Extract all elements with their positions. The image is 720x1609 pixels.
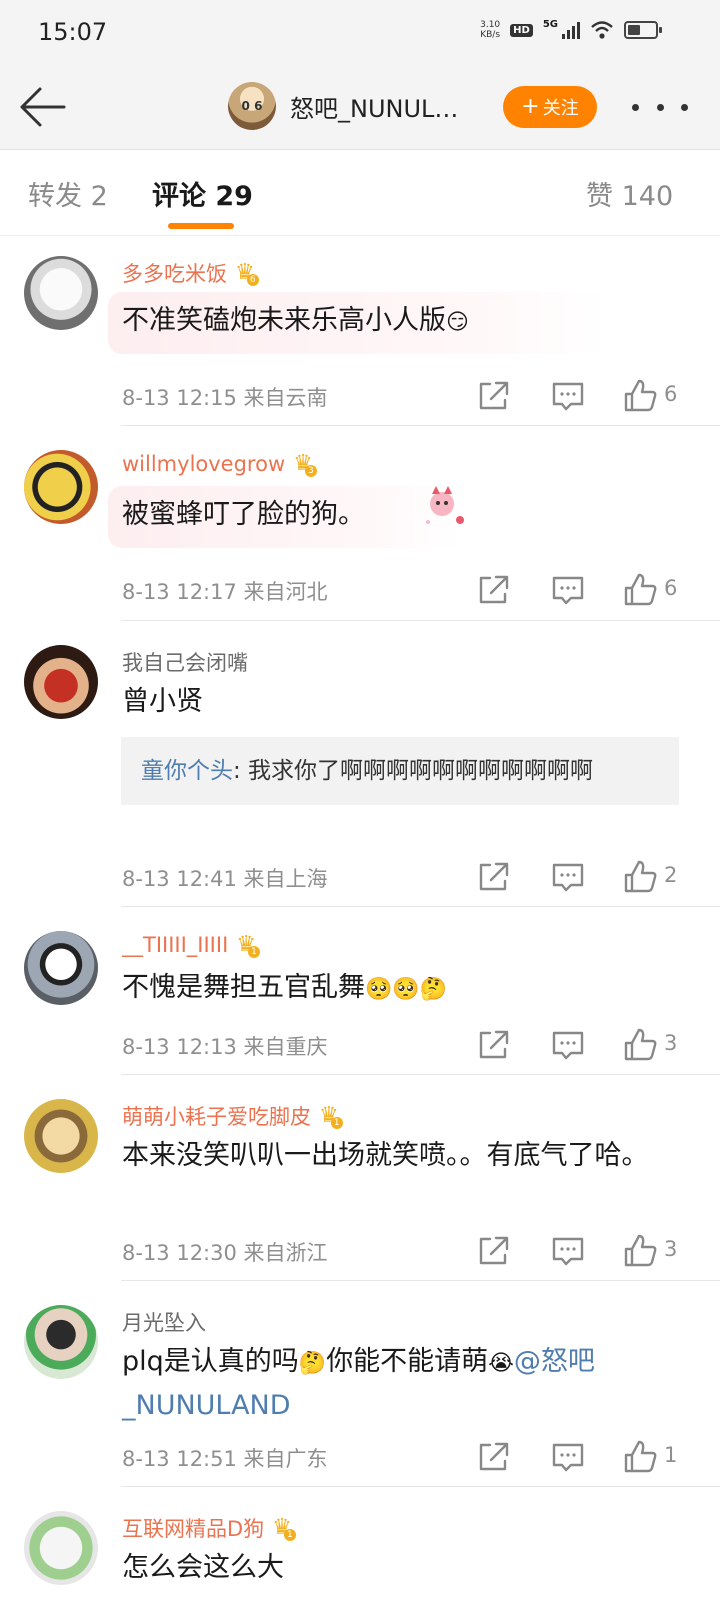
comment-text: 不准笑磕炮未来乐高小人版😏 xyxy=(122,305,469,336)
comment-actions: 2 xyxy=(468,857,680,897)
comment-actions: 3 xyxy=(468,1025,680,1065)
avatar[interactable] xyxy=(24,1305,98,1379)
comment-meta: 8-13 12:30 来自浙江 xyxy=(122,1241,328,1265)
comment-username[interactable]: __TIIIII_IIIII ♛ 1 xyxy=(122,933,260,958)
comment-username[interactable]: willmylovegrow ♛ 3 xyxy=(122,452,317,477)
vip-crown-icon: ♛ 1 xyxy=(236,934,260,958)
comment-text: 怎么会这么大 xyxy=(122,1552,284,1583)
share-icon[interactable] xyxy=(474,570,514,610)
comment-item: 月光坠入 plq是认真的吗🤔你能不能请萌😭@怒吧_NUNULAND 8-13 1… xyxy=(0,1281,720,1487)
comment-meta: 8-13 12:41 来自上海 xyxy=(122,867,328,891)
comment-actions: 1 xyxy=(468,1437,680,1477)
comment-username[interactable]: 月光坠入 xyxy=(122,1307,206,1337)
reply-preview[interactable]: 童你个头: 我求你了啊啊啊啊啊啊啊啊啊啊啊 xyxy=(121,737,679,805)
more-dots-icon[interactable] xyxy=(632,104,688,114)
reply-username[interactable]: 童你个头 xyxy=(141,758,233,784)
hd-icon: HD xyxy=(510,23,533,37)
thumbs-up-icon[interactable] xyxy=(620,1437,660,1477)
nav-title[interactable]: 怒吧_NUNUL… xyxy=(290,89,458,124)
like-count: 3 xyxy=(664,1031,678,1055)
reply-text: : 我求你了啊啊啊啊啊啊啊啊啊啊啊 xyxy=(233,758,594,784)
comment-meta: 8-13 12:51 来自广东 xyxy=(122,1447,328,1471)
comment-item: 我自己会闭嘴 曾小贤 童你个头: 我求你了啊啊啊啊啊啊啊啊啊啊啊 8-13 12… xyxy=(0,621,720,907)
wifi-icon xyxy=(591,21,613,39)
comment-username[interactable]: 多多吃米饭 ♛ 6 xyxy=(122,258,259,288)
share-icon[interactable] xyxy=(474,376,514,416)
follow-button[interactable]: + 关注 xyxy=(503,86,597,128)
comment-actions: 3 xyxy=(468,1231,680,1271)
tab-likes[interactable]: 赞 140 xyxy=(586,174,673,213)
comment-item: 萌萌小耗子爱吃脚皮 ♛ 1 本来没笑叭叭一出场就笑喷。。有底气了哈。 8-13 1… xyxy=(0,1075,720,1281)
vip-crown-icon: ♛ 1 xyxy=(319,1105,343,1129)
back-arrow-icon[interactable] xyxy=(18,84,70,130)
share-icon[interactable] xyxy=(474,1437,514,1477)
battery-icon xyxy=(624,21,662,39)
vip-crown-icon: ♛ 6 xyxy=(235,262,259,286)
comment-icon[interactable] xyxy=(548,570,588,610)
network-type: 5G xyxy=(542,18,558,30)
tab-repost[interactable]: 转发 2 xyxy=(28,174,108,213)
avatar[interactable] xyxy=(24,645,98,719)
avatar[interactable] xyxy=(24,450,98,524)
comment-item: 互联网精品D狗 ♛ 1 怎么会这么大 xyxy=(0,1487,720,1609)
thumbs-up-icon[interactable] xyxy=(620,1025,660,1065)
avatar[interactable] xyxy=(24,1099,98,1173)
avatar[interactable] xyxy=(24,1511,98,1585)
comment-username[interactable]: 我自己会闭嘴 xyxy=(122,647,248,677)
network-speed: 3.10 KB/s xyxy=(480,20,501,40)
share-icon[interactable] xyxy=(474,1231,514,1271)
comment-icon[interactable] xyxy=(548,1025,588,1065)
like-count: 3 xyxy=(664,1237,678,1261)
like-count: 6 xyxy=(664,382,678,406)
like-count: 6 xyxy=(664,576,678,600)
comment-icon[interactable] xyxy=(548,1437,588,1477)
comment-icon[interactable] xyxy=(548,376,588,416)
thumbs-up-icon[interactable] xyxy=(620,570,660,610)
share-icon[interactable] xyxy=(474,1025,514,1065)
tab-comments[interactable]: 评论 29 xyxy=(152,174,253,213)
status-icons: 3.10 KB/s HD 5G xyxy=(480,18,662,40)
nav-user-info[interactable]: 0 6 怒吧_NUNUL… xyxy=(228,82,458,130)
avatar[interactable] xyxy=(24,256,98,330)
thumbs-up-icon[interactable] xyxy=(620,376,660,416)
comment-text: 曾小贤 xyxy=(122,686,203,717)
comment-icon[interactable] xyxy=(548,1231,588,1271)
active-tab-indicator xyxy=(168,223,234,229)
comment-text: 本来没笑叭叭一出场就笑喷。。有底气了哈。 xyxy=(122,1140,649,1171)
comment-actions: 6 xyxy=(468,570,680,610)
comment-meta: 8-13 12:15 来自云南 xyxy=(122,386,328,410)
comment-item: 多多吃米饭 ♛ 6 不准笑磕炮未来乐高小人版😏 8-13 12:15 来自云南 6 xyxy=(0,236,720,426)
comment-meta: 8-13 12:13 来自重庆 xyxy=(122,1035,328,1059)
comment-actions: 6 xyxy=(468,376,680,416)
vip-crown-icon: ♛ 1 xyxy=(272,1517,296,1541)
nav-avatar[interactable]: 0 6 xyxy=(228,82,276,130)
signal-icon xyxy=(562,21,580,39)
comment-text: 不愧是舞担五官乱舞🥺🥺🤔 xyxy=(122,972,448,1003)
thumbs-up-icon[interactable] xyxy=(620,1231,660,1271)
status-bar: 15:07 3.10 KB/s HD 5G xyxy=(0,0,720,68)
comment-username[interactable]: 萌萌小耗子爱吃脚皮 ♛ 1 xyxy=(122,1101,343,1131)
share-icon[interactable] xyxy=(474,857,514,897)
comment-icon[interactable] xyxy=(548,857,588,897)
vip-crown-icon: ♛ 3 xyxy=(293,453,317,477)
comment-username[interactable]: 互联网精品D狗 ♛ 1 xyxy=(122,1513,296,1543)
plus-icon: + xyxy=(521,94,540,119)
tab-bar: 转发 2 评论 29 赞 140 xyxy=(0,150,720,236)
comment-text: plq是认真的吗🤔你能不能请萌😭@怒吧_NUNULAND xyxy=(122,1346,595,1421)
thumbs-up-icon[interactable] xyxy=(620,857,660,897)
follow-label: 关注 xyxy=(542,98,579,119)
like-count: 1 xyxy=(664,1443,678,1467)
top-nav-bar: 0 6 怒吧_NUNUL… + 关注 xyxy=(0,68,720,150)
like-count: 2 xyxy=(664,863,678,887)
comment-item: willmylovegrow ♛ 3 被蜜蜂叮了脸的狗。 8-13 12:17 来… xyxy=(0,426,720,621)
comment-meta: 8-13 12:17 来自河北 xyxy=(122,580,328,604)
status-time: 15:07 xyxy=(38,18,108,46)
comment-item: __TIIIII_IIIII ♛ 1 不愧是舞担五官乱舞🥺🥺🤔 8-13 12:1… xyxy=(0,907,720,1075)
avatar[interactable] xyxy=(24,931,98,1005)
comment-text: 被蜜蜂叮了脸的狗。 xyxy=(122,499,365,530)
